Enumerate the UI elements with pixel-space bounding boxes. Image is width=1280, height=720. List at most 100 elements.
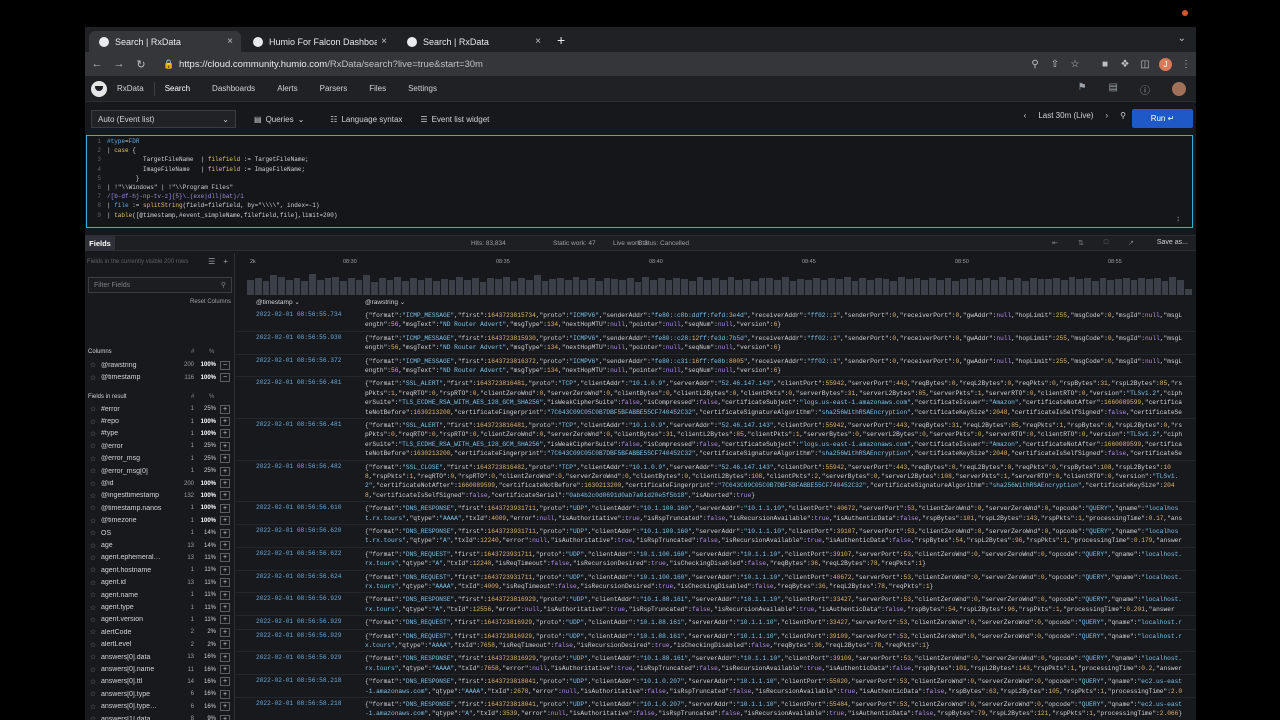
histogram-bar[interactable]: [247, 279, 254, 295]
histogram-bar[interactable]: [518, 278, 525, 295]
event-timestamp[interactable]: 2022-02-01 08:56:56.929: [256, 595, 341, 602]
query-line[interactable]: 2 | case {: [87, 147, 135, 156]
add-column-icon[interactable]: +: [220, 503, 230, 513]
zoom-out-icon[interactable]: ⚲: [1120, 111, 1126, 120]
star-icon[interactable]: ☆: [85, 455, 101, 463]
result-field-row[interactable]: ☆ answers[0].ttl 14 16% +: [85, 676, 235, 688]
star-icon[interactable]: ☆: [85, 517, 101, 525]
bookmark-star-icon[interactable]: ☆: [1065, 59, 1085, 70]
star-icon[interactable]: ☆: [85, 604, 101, 612]
result-field-row[interactable]: ☆ @id 200 100% +: [85, 477, 235, 489]
star-icon[interactable]: ☆: [85, 480, 101, 488]
star-icon[interactable]: ☆: [85, 504, 101, 512]
lock-icon[interactable]: 🔒: [163, 59, 175, 70]
event-row[interactable]: 2022-02-01 08:56:56.929 {"format":"DNS_RE…: [235, 652, 1196, 676]
histogram-bar[interactable]: [991, 280, 998, 295]
histogram-bar[interactable]: [557, 278, 564, 295]
star-icon[interactable]: ☆: [85, 492, 101, 500]
event-row[interactable]: 2022-02-01 08:56:56.622 {"format":"DNS_RE…: [235, 548, 1196, 571]
result-field-row[interactable]: ☆ agent.type 1 11% +: [85, 601, 235, 613]
nav-search[interactable]: Search: [165, 84, 190, 93]
histogram-bar[interactable]: [812, 277, 820, 295]
result-field-row[interactable]: ☆ answers[0].data 13 16% +: [85, 651, 235, 663]
histogram-bar[interactable]: [1130, 280, 1138, 295]
star-icon[interactable]: ☆: [85, 467, 101, 475]
add-column-icon[interactable]: +: [220, 689, 230, 699]
close-tab-icon[interactable]: ×: [223, 36, 237, 47]
widget-mode-select[interactable]: Auto (Event list) ⌄: [91, 110, 236, 128]
reset-columns-button[interactable]: Reset Columns: [190, 299, 231, 305]
histogram-bar[interactable]: [316, 279, 324, 295]
event-timestamp[interactable]: 2022-02-01 08:56:58.218: [256, 700, 341, 707]
result-field-row[interactable]: ☆ OS 1 14% +: [85, 527, 235, 539]
histogram-bar[interactable]: [409, 278, 417, 295]
histogram-bar[interactable]: [603, 277, 611, 295]
close-tab-icon[interactable]: ×: [377, 36, 391, 47]
histogram-bar[interactable]: [867, 279, 874, 295]
star-icon[interactable]: ☆: [85, 715, 101, 720]
new-tab-button[interactable]: +: [557, 32, 565, 48]
result-field-row[interactable]: ☆ agent.id 13 11% +: [85, 577, 235, 589]
histogram-bar[interactable]: [704, 279, 711, 295]
histogram-bar[interactable]: [1060, 280, 1068, 295]
histogram-bar[interactable]: [1006, 279, 1014, 295]
event-row[interactable]: 2022-02-01 08:56:56.481 {"format":"SSL_AL…: [235, 377, 1196, 419]
histogram-bar[interactable]: [340, 281, 347, 295]
star-icon[interactable]: ☆: [85, 653, 101, 661]
event-timestamp[interactable]: 2022-02-01 08:56:56.372: [256, 357, 341, 364]
histogram-bar[interactable]: [588, 278, 595, 295]
histogram-bar[interactable]: [998, 276, 1006, 295]
histogram-bar[interactable]: [820, 280, 828, 295]
humio-owl-logo-icon[interactable]: [91, 80, 107, 97]
histogram-bar[interactable]: [1022, 281, 1029, 295]
remove-column-icon[interactable]: −: [220, 373, 230, 383]
star-icon[interactable]: ☆: [85, 405, 101, 413]
add-column-icon[interactable]: +: [220, 565, 230, 575]
histogram-bar[interactable]: [479, 281, 487, 295]
histogram-bar[interactable]: [471, 278, 479, 295]
histogram-bar[interactable]: [347, 278, 355, 295]
event-row[interactable]: 2022-02-01 08:56:58.218 {"format":"DNS_RE…: [235, 698, 1196, 720]
add-column-icon[interactable]: +: [220, 640, 230, 650]
histogram-bar[interactable]: [1161, 281, 1169, 295]
histogram-bar[interactable]: [1037, 278, 1045, 295]
histogram-bar[interactable]: [502, 277, 510, 295]
star-icon[interactable]: ☆: [85, 666, 101, 674]
histogram-bar[interactable]: [696, 277, 704, 295]
user-avatar[interactable]: [1172, 82, 1186, 96]
query-line[interactable]: 7 /[b-df-hj-np-tv-z]{5}\.(exe|dll|bat)/i: [87, 193, 243, 202]
add-column-icon[interactable]: +: [220, 652, 230, 662]
histogram-bar[interactable]: [301, 281, 308, 295]
histogram-bar[interactable]: [433, 281, 440, 295]
histogram-bar[interactable]: [386, 279, 394, 295]
query-line[interactable]: 9 | table([@timestamp,#event_simpleName,f…: [87, 212, 337, 221]
histogram-bar[interactable]: [805, 279, 812, 295]
previous-time-arrow-icon[interactable]: ‹: [1024, 111, 1027, 120]
event-timestamp[interactable]: 2022-02-01 08:56:56.481: [256, 379, 341, 386]
event-timestamp[interactable]: 2022-02-01 08:56:56.620: [256, 527, 341, 534]
histogram-bar[interactable]: [975, 279, 983, 295]
histogram-bar[interactable]: [665, 280, 673, 295]
result-field-row[interactable]: ☆ @error_msg 1 25% +: [85, 453, 235, 465]
histogram-bar[interactable]: [781, 277, 789, 295]
histogram-bar[interactable]: [1138, 277, 1145, 295]
nav-parsers[interactable]: Parsers: [320, 84, 348, 93]
add-column-icon[interactable]: +: [220, 702, 230, 712]
histogram-bar[interactable]: [1091, 281, 1099, 295]
histogram-bar[interactable]: [510, 281, 518, 295]
export-icon[interactable]: ↗: [1128, 239, 1134, 247]
star-icon[interactable]: ☆: [85, 529, 101, 537]
add-column-icon[interactable]: +: [220, 578, 230, 588]
run-button[interactable]: Run ↵: [1132, 109, 1193, 128]
histogram-bar[interactable]: [1107, 279, 1114, 295]
event-timestamp[interactable]: 2022-02-01 08:56:56.482: [256, 463, 341, 470]
histogram-bar[interactable]: [1053, 278, 1060, 295]
histogram-bar[interactable]: [828, 278, 835, 295]
histogram-bar[interactable]: [611, 278, 618, 295]
sidebar-toggle-icon[interactable]: ◫: [1135, 59, 1155, 70]
result-field-row[interactable]: ☆ @timezone 1 100% +: [85, 515, 235, 527]
back-arrow-icon[interactable]: ←: [87, 58, 107, 70]
reload-icon[interactable]: ↻: [131, 58, 151, 71]
histogram-bar[interactable]: [983, 278, 990, 295]
histogram-bar[interactable]: [456, 276, 463, 295]
